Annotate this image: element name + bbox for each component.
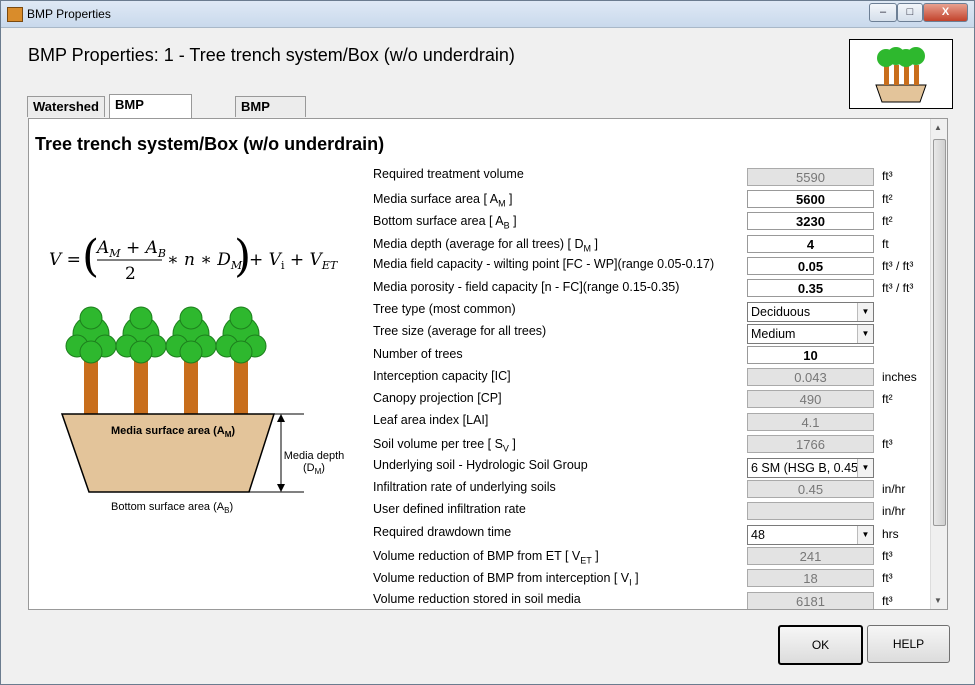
label-media-porosity: Media porosity - field capacity [n - FC]…: [373, 280, 680, 294]
user-defined-infiltration-rate-field: [747, 502, 874, 520]
svg-text:+ Vi + VET: + Vi + VET: [249, 250, 339, 272]
label-infiltration-rate: Infiltration rate of underlying soils: [373, 480, 556, 494]
maximize-button[interactable]: □: [897, 3, 923, 22]
unit-interception-capacity: inches: [882, 370, 917, 384]
label-media-depth: Media depth (average for all trees) [ DM…: [373, 237, 598, 254]
scroll-down-icon[interactable]: ▼: [934, 596, 942, 605]
svg-text:V =: V =: [49, 250, 81, 270]
media-field-capacity-input[interactable]: 0.05: [747, 257, 874, 275]
canopy-projection-field: 490: [747, 390, 874, 408]
bottom-surface-area-label: Bottom surface area (AB): [111, 501, 234, 516]
volume-reduction-et-field: 241: [747, 547, 874, 565]
bmp-properties-window: BMP Properties – □ X BMP Properties: 1 -…: [0, 0, 975, 685]
close-button[interactable]: X: [923, 3, 968, 22]
unit-required-treatment-volume: ft³: [882, 169, 893, 183]
chevron-down-icon[interactable]: ▼: [857, 459, 873, 477]
unit-user-defined-infiltration-rate: in/hr: [882, 504, 906, 518]
unit-soil-volume-per-tree: ft³: [882, 437, 893, 451]
label-media-surface-area: Media surface area [ AM ]: [373, 192, 513, 209]
drawdown-time-select[interactable]: 48 ▼: [747, 525, 874, 545]
unit-media-porosity: ft³ / ft³: [882, 281, 914, 295]
app-icon: [7, 7, 23, 22]
tree-trench-illustration: Media surface area (AM) Media depth (DM) …: [49, 304, 369, 524]
tab-bmp-parameters[interactable]: BMP Parameters: [109, 94, 192, 132]
svg-text:2: 2: [125, 264, 136, 284]
interception-capacity-field: 0.043: [747, 368, 874, 386]
label-volume-reduction-et: Volume reduction of BMP from ET [ VET ]: [373, 549, 599, 566]
unit-volume-reduction-interception: ft³: [882, 571, 893, 585]
unit-volume-reduction-et: ft³: [882, 549, 893, 563]
window-title: BMP Properties: [27, 7, 111, 21]
label-interception-capacity: Interception capacity [IC]: [373, 369, 511, 383]
chevron-down-icon[interactable]: ▼: [857, 325, 873, 343]
bmp-thumbnail-image: [849, 39, 953, 109]
infiltration-rate-field: 0.45: [747, 480, 874, 498]
label-tree-type: Tree type (most common): [373, 302, 516, 316]
help-button[interactable]: HELP: [867, 625, 950, 663]
tree-size-select[interactable]: Medium ▼: [747, 324, 874, 344]
label-required-treatment-volume: Required treatment volume: [373, 167, 524, 181]
unit-drawdown-time: hrs: [882, 527, 899, 541]
title-bar[interactable]: BMP Properties – □ X: [1, 1, 974, 28]
underlying-soil-select[interactable]: 6 SM (HSG B, 0.45 ▼: [747, 458, 874, 478]
unit-infiltration-rate: in/hr: [882, 482, 906, 496]
volume-reduction-interception-field: 18: [747, 569, 874, 587]
volume-reduction-soil-media-field: 6181: [747, 592, 874, 609]
number-of-trees-input[interactable]: 10: [747, 346, 874, 364]
tab-watershed[interactable]: Watershed: [27, 96, 105, 117]
label-number-of-trees: Number of trees: [373, 347, 463, 361]
unit-media-field-capacity: ft³ / ft³: [882, 259, 914, 273]
minimize-button[interactable]: –: [869, 3, 897, 22]
label-soil-volume-per-tree: Soil volume per tree [ SV ]: [373, 437, 516, 454]
media-surface-area-label: Media surface area (AM): [111, 425, 236, 440]
scrollbar-thumb[interactable]: [933, 139, 946, 526]
tree-type-select[interactable]: Deciduous ▼: [747, 302, 874, 322]
label-required-drawdown-time: Required drawdown time: [373, 525, 512, 539]
label-underlying-soil: Underlying soil - Hydrologic Soil Group: [373, 458, 588, 472]
volume-equation: V = ( AM + AB 2 ∗ n ∗ DM ) + Vi + VET: [49, 229, 339, 289]
media-porosity-input[interactable]: 0.35: [747, 279, 874, 297]
unit-bottom-surface-area: ft²: [882, 214, 893, 228]
soil-volume-per-tree-field: 1766: [747, 435, 874, 453]
page-title: BMP Properties: 1 - Tree trench system/B…: [28, 45, 515, 65]
chevron-down-icon[interactable]: ▼: [857, 526, 873, 544]
media-surface-area-input[interactable]: 5600: [747, 190, 874, 208]
bottom-surface-area-input[interactable]: 3230: [747, 212, 874, 230]
unit-canopy-projection: ft²: [882, 392, 893, 406]
ok-button[interactable]: OK: [778, 625, 863, 665]
vertical-scrollbar[interactable]: ▲ ▼: [930, 119, 947, 609]
leaf-area-index-field: 4.1: [747, 413, 874, 431]
label-volume-reduction-interception: Volume reduction of BMP from interceptio…: [373, 571, 639, 588]
required-treatment-volume-field: 5590: [747, 168, 874, 186]
label-bottom-surface-area: Bottom surface area [ AB ]: [373, 214, 517, 231]
unit-volume-reduction-soil-media: ft³: [882, 594, 893, 608]
svg-text:∗ n ∗ DM: ∗ n ∗ DM: [167, 250, 243, 272]
scroll-up-icon[interactable]: ▲: [934, 123, 942, 132]
chevron-down-icon[interactable]: ▼: [857, 303, 873, 321]
unit-media-surface-area: ft²: [882, 192, 893, 206]
label-volume-reduction-soil-media: Volume reduction stored in soil media: [373, 592, 581, 606]
media-depth-label: Media depth (DM): [283, 450, 345, 477]
bmp-parameters-panel: Tree trench system/Box (w/o underdrain) …: [28, 118, 948, 610]
unit-media-depth: ft: [882, 237, 889, 251]
panel-title: Tree trench system/Box (w/o underdrain): [35, 134, 385, 154]
label-user-defined-infiltration-rate: User defined infiltration rate: [373, 502, 526, 516]
tree-group: [65, 306, 267, 414]
label-canopy-projection: Canopy projection [CP]: [373, 391, 502, 405]
svg-text:AM + AB: AM + AB: [95, 238, 166, 260]
label-leaf-area-index: Leaf area index [LAI]: [373, 413, 489, 427]
label-tree-size: Tree size (average for all trees): [373, 324, 547, 338]
media-depth-input[interactable]: 4: [747, 235, 874, 253]
label-media-field-capacity: Media field capacity - wilting point [FC…: [373, 257, 715, 271]
tab-bmp-summary[interactable]: BMP Summary: [235, 96, 307, 134]
